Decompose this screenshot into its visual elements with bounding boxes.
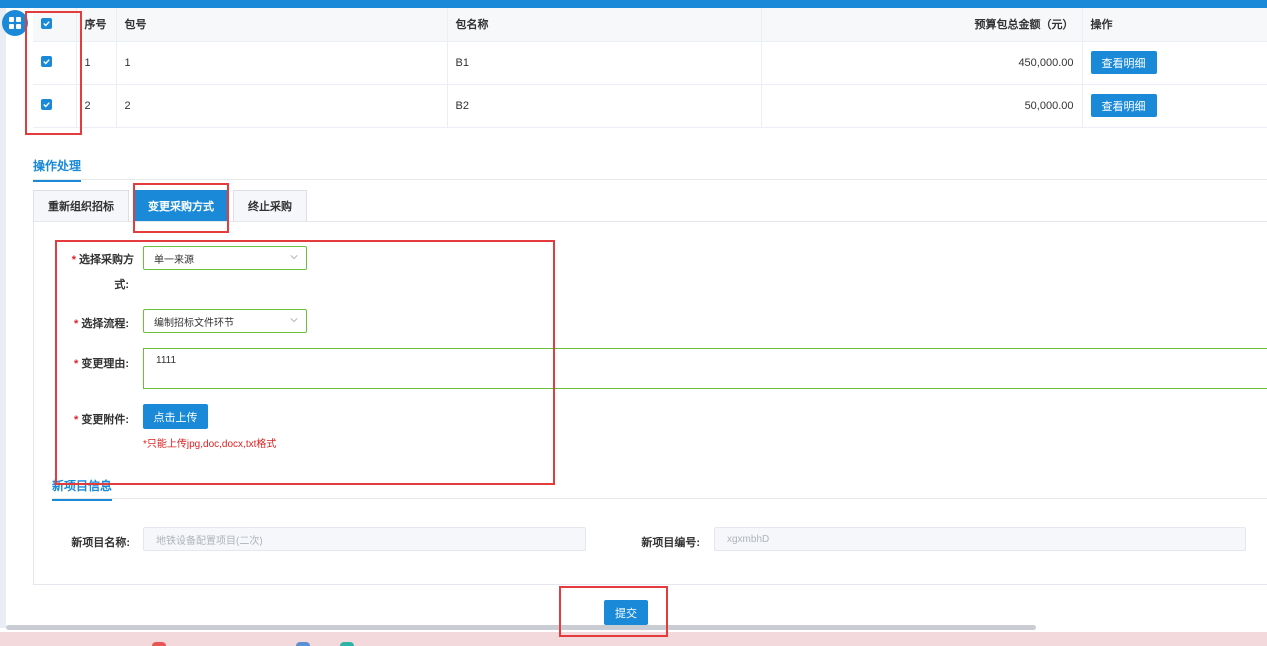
upload-format-hint: *只能上传jpg,doc,docx,txt格式 <box>143 439 277 450</box>
row-seq: 2 <box>76 84 117 128</box>
col-action-header: 操作 <box>1082 8 1267 42</box>
table-row: 2 2 B2 50,000.00 查看明细 <box>33 84 1267 128</box>
new-project-divider <box>52 498 1267 499</box>
upload-button[interactable]: 点击上传 <box>143 404 208 429</box>
purchase-method-label-cont: 式: <box>114 279 129 291</box>
purchase-method-label: * 选择采购方 <box>71 254 134 266</box>
col-pkg-no-header: 包号 <box>116 8 448 42</box>
tab-reorganize-bidding[interactable]: 重新组织招标 <box>33 190 129 222</box>
chevron-down-icon <box>290 318 298 323</box>
col-budget-header: 预算包总金额（元） <box>761 8 1083 42</box>
select-all-cell[interactable] <box>33 8 77 42</box>
flow-select[interactable]: 编制招标文件环节 <box>143 309 307 333</box>
reason-label: * 变更理由: <box>74 358 129 370</box>
col-pkg-name-header: 包名称 <box>447 8 762 42</box>
required-mark: * <box>74 414 79 426</box>
taskbar <box>0 632 1267 646</box>
required-mark: * <box>71 254 76 266</box>
row-budget: 450,000.00 <box>761 41 1083 85</box>
chevron-down-icon <box>290 255 298 260</box>
left-side-strip <box>0 8 6 628</box>
required-mark: * <box>74 318 79 330</box>
taskbar-app-icon[interactable] <box>340 642 354 646</box>
new-project-code-label: 新项目编号: <box>641 537 700 549</box>
flow-value: 编制招标文件环节 <box>154 317 234 329</box>
submit-button[interactable]: 提交 <box>604 600 648 625</box>
row-checkbox[interactable] <box>41 56 52 67</box>
row-action-cell: 查看明细 <box>1082 41 1267 85</box>
new-project-name-label: 新项目名称: <box>71 537 130 549</box>
section-divider <box>33 179 1267 180</box>
row-budget: 50,000.00 <box>761 84 1083 128</box>
operation-tabs: 重新组织招标 变更采购方式 终止采购 <box>33 190 311 222</box>
view-detail-button[interactable]: 查看明细 <box>1090 51 1157 74</box>
new-project-code-field[interactable]: xgxmbhD <box>714 527 1246 551</box>
top-accent-bar <box>0 0 1267 8</box>
row-select-cell[interactable] <box>33 84 77 128</box>
tab-change-purchase-method[interactable]: 变更采购方式 <box>133 190 229 222</box>
purchase-method-select[interactable]: 单一来源 <box>143 246 307 270</box>
col-seq-header: 序号 <box>76 8 117 42</box>
flow-label: * 选择流程: <box>74 318 129 330</box>
row-seq: 1 <box>76 41 117 85</box>
row-pkg-no: 2 <box>116 84 448 128</box>
new-project-name-field[interactable]: 地铁设备配置项目(二次) <box>143 527 586 551</box>
table-header-row: 序号 包号 包名称 预算包总金额（元） 操作 <box>33 8 1267 42</box>
taskbar-app-icon[interactable] <box>152 642 166 646</box>
select-all-checkbox[interactable] <box>41 17 52 29</box>
required-mark: * <box>74 358 79 370</box>
taskbar-app-icon[interactable] <box>296 642 310 646</box>
row-pkg-no: 1 <box>116 41 448 85</box>
menu-grid-icon[interactable] <box>2 10 28 36</box>
view-detail-button[interactable]: 查看明细 <box>1090 94 1157 117</box>
tab-terminate-purchase[interactable]: 终止采购 <box>233 190 307 222</box>
row-checkbox[interactable] <box>41 99 52 110</box>
horizontal-scrollbar[interactable] <box>6 625 1036 630</box>
package-table: 序号 包号 包名称 预算包总金额（元） 操作 1 1 B1 450,000.00… <box>33 8 1267 128</box>
row-select-cell[interactable] <box>33 41 77 85</box>
reason-textarea[interactable]: 1111 <box>143 348 1267 389</box>
row-pkg-name: B2 <box>447 84 762 128</box>
row-action-cell: 查看明细 <box>1082 84 1267 128</box>
purchase-method-value: 单一来源 <box>154 254 194 266</box>
table-row: 1 1 B1 450,000.00 查看明细 <box>33 41 1267 85</box>
attachment-label: * 变更附件: <box>74 414 129 426</box>
row-pkg-name: B1 <box>447 41 762 85</box>
